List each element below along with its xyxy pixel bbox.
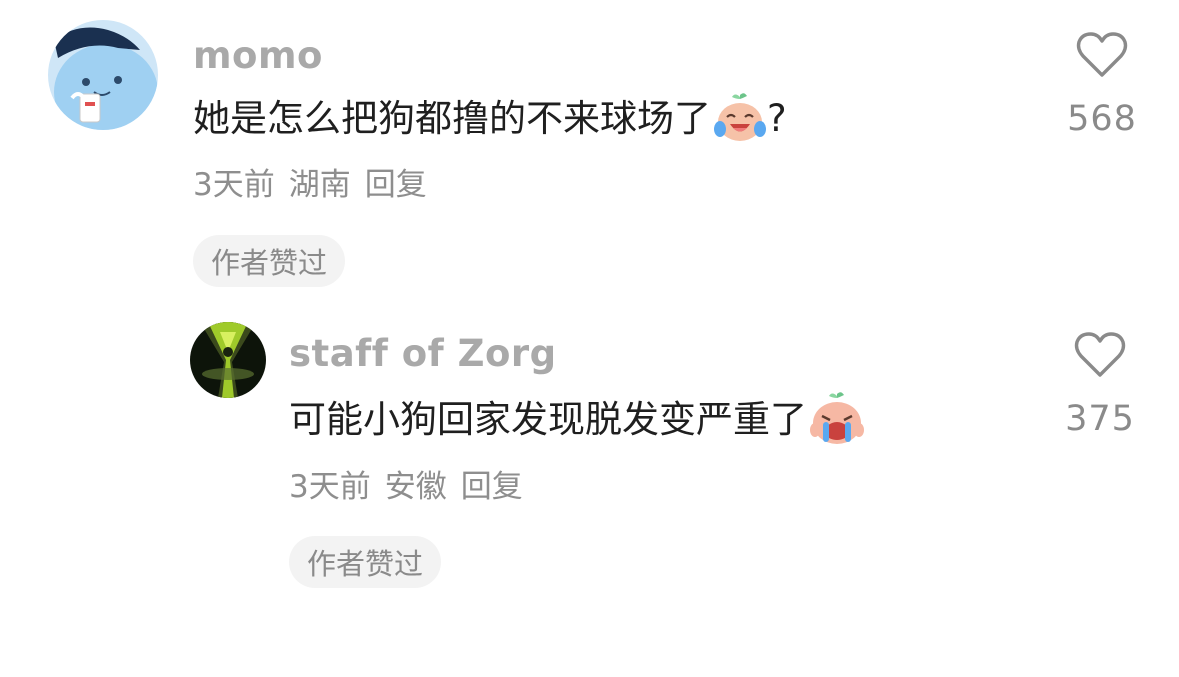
like-count: 375 (1065, 399, 1135, 439)
comment-location: 安徽 (384, 469, 447, 505)
like-button[interactable]: 568 (1062, 30, 1142, 137)
reply-button[interactable]: 回复 (365, 167, 427, 203)
comment-meta: 3天前 安徽 回复 (289, 472, 537, 503)
avatar[interactable] (48, 20, 158, 130)
comment-text-body: 可能小狗回家发现脱发变严重了 (289, 397, 807, 441)
comment-time: 3天前 (193, 167, 275, 203)
comment-text-body: 她是怎么把狗都撸的不来球场了 (193, 96, 711, 140)
comment-item: staff of Zorg 可能小狗回家发现脱发变严重了 3天前 安徽 回复 作者赞… (0, 310, 1179, 610)
avatar-image (190, 322, 266, 398)
comment-text: 可能小狗回家发现脱发变严重了 (289, 392, 865, 444)
reply-button[interactable]: 回复 (461, 469, 523, 505)
comment-text: 她是怎么把狗都撸的不来球场了 ? (193, 93, 787, 143)
comment-time: 3天前 (289, 469, 371, 505)
tears-of-joy-sticker-icon (713, 93, 767, 143)
comment-item: momo 她是怎么把狗都撸的不来球场了 ? 3天前 湖南 回复 作者赞过 568 (0, 0, 1179, 300)
author-liked-badge: 作者赞过 (289, 536, 442, 588)
heart-icon (1076, 32, 1128, 77)
avatar[interactable] (190, 322, 266, 398)
like-count: 568 (1067, 99, 1137, 139)
comment-meta: 3天前 湖南 回复 (193, 170, 441, 201)
like-button[interactable]: 375 (1060, 330, 1140, 437)
username[interactable]: momo (193, 37, 323, 74)
heart-icon (1074, 332, 1126, 377)
username[interactable]: staff of Zorg (289, 335, 557, 372)
avatar-image (48, 20, 158, 130)
comment-location: 湖南 (288, 167, 351, 203)
comment-text-suffix: ? (767, 96, 787, 140)
author-liked-badge: 作者赞过 (193, 235, 346, 287)
crying-sticker-icon (809, 392, 865, 446)
